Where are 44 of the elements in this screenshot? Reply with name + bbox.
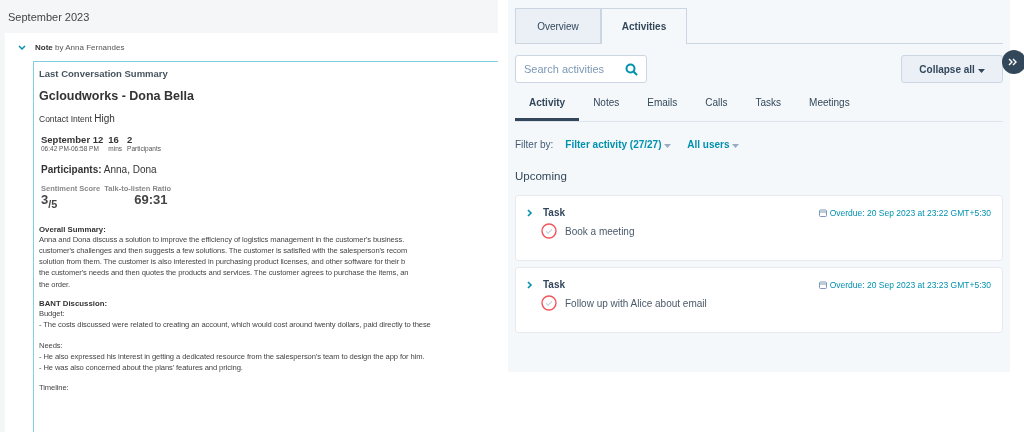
calendar-icon <box>818 208 827 217</box>
stat-value: 2 <box>127 134 134 145</box>
caret-icon <box>977 68 985 73</box>
intent-label: Contact Intent <box>39 114 92 124</box>
participants-value: Anna, Dona <box>103 164 157 175</box>
caret-icon <box>732 144 740 148</box>
collapse-all-button[interactable]: Collapse all <box>901 55 1003 83</box>
due-date: Overdue: 20 Sep 2023 at 23:22 GMT+5:30 <box>818 207 991 218</box>
activity-tab[interactable]: Calls <box>691 89 742 121</box>
activity-tab[interactable]: Activity <box>515 89 580 121</box>
participants-label: Participants: <box>41 164 102 175</box>
caret-icon <box>664 144 672 148</box>
task-title: Follow up with Alice about email <box>565 297 707 309</box>
search-icon <box>625 63 638 76</box>
due-date: Overdue: 20 Sep 2023 at 23:23 GMT+5:30 <box>818 279 991 290</box>
stat-value: 16 <box>108 134 120 145</box>
double-chevron-icon <box>1008 58 1018 66</box>
calendar-icon <box>818 280 827 289</box>
contact-title: Gcloudworks - Dona Bella <box>39 89 195 103</box>
filter-label: Filter by: <box>515 139 554 150</box>
task-complete-checkbox[interactable] <box>541 295 557 311</box>
activity-tab[interactable]: Emails <box>633 89 692 121</box>
activity-tab[interactable]: Tasks <box>741 89 796 121</box>
stat-value: September 12 <box>41 134 104 145</box>
task-type: Task <box>543 279 567 290</box>
note-title: Note by Anna Fernandes <box>35 43 125 52</box>
search-field[interactable]: Search activities <box>515 55 647 83</box>
month-header: September 2023 <box>7 10 91 25</box>
intent-value: High <box>94 113 115 124</box>
summary-heading: Last Conversation Summary <box>39 68 169 79</box>
chevron-icon[interactable] <box>527 280 533 289</box>
tab[interactable]: Overview <box>515 8 601 44</box>
task-title: Book a meeting <box>565 225 635 237</box>
metric-value: 69:31 <box>133 193 169 208</box>
tab[interactable]: Activities <box>601 8 687 44</box>
metric-value: 3$_{/5}$ <box>41 193 59 211</box>
activity-tab[interactable]: Meetings <box>795 89 864 121</box>
expand-panel-button[interactable] <box>1002 50 1024 74</box>
activity-tab[interactable]: Notes <box>579 89 634 121</box>
chevron-icon[interactable] <box>527 208 533 217</box>
chevron-icon[interactable] <box>18 44 26 51</box>
section-heading: Upcoming <box>515 170 568 182</box>
task-complete-checkbox[interactable] <box>541 223 557 239</box>
task-type: Task <box>543 207 567 218</box>
